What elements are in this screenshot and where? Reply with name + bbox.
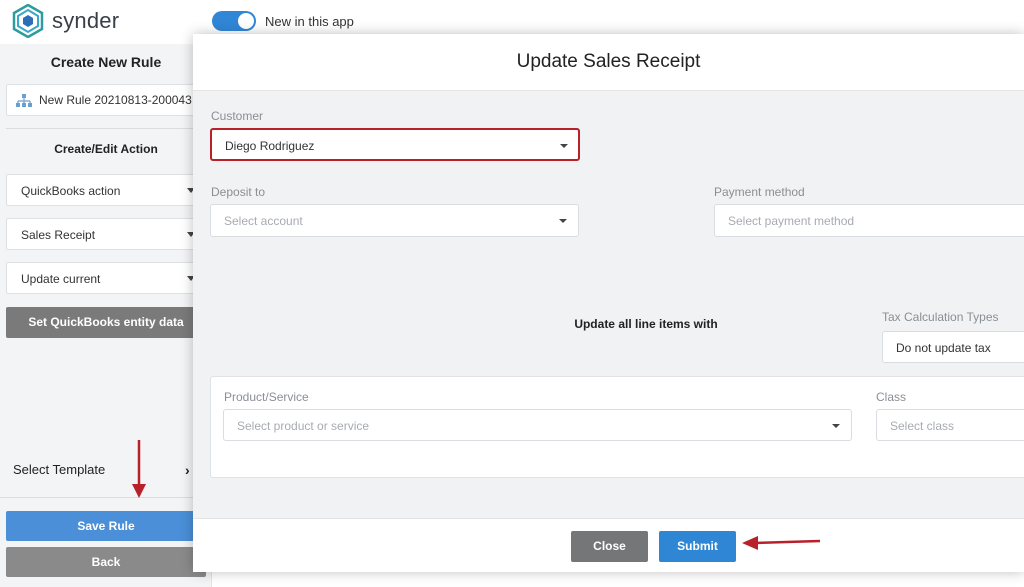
modal-title: Update Sales Receipt [516,51,701,72]
customer-label: Customer [211,109,264,123]
tax-calc-label: Tax Calculation Types [882,310,999,324]
action-section-title: Create/Edit Action [54,142,158,156]
rule-name-field[interactable]: New Rule 20210813-200043 [6,84,206,116]
sidebar-divider [0,497,212,498]
payment-method-placeholder: Select payment method [728,214,855,228]
product-label: Product/Service [224,390,309,404]
set-entity-data-button[interactable]: Set QuickBooks entity data [6,307,206,338]
payment-method-label: Payment method [714,185,805,199]
update-sales-receipt-modal: Update Sales Receipt Customer Diego Rodr… [193,34,1024,572]
rule-name-text: New Rule 20210813-200043 [39,93,192,107]
class-label: Class [876,390,907,404]
payment-method-select[interactable]: Select payment method [714,204,1024,237]
deposit-to-placeholder: Select account [224,214,303,228]
customer-value: Diego Rodriguez [225,139,315,153]
select-value: Update current [21,272,101,286]
chevron-right-icon: › [185,462,190,478]
select-template-label: Select Template [13,462,106,477]
entity-type-select[interactable]: Sales Receipt [6,218,206,250]
back-button[interactable]: Back [6,547,206,577]
rule-sidebar: Create New Rule New Rule 20210813-200043… [0,44,212,587]
caret-down-icon [560,144,568,148]
hierarchy-icon [16,94,32,107]
save-rule-button[interactable]: Save Rule [6,511,206,541]
class-placeholder: Select class [890,419,955,433]
quickbooks-action-select[interactable]: QuickBooks action [6,174,206,206]
toggle-knob [238,13,254,29]
caret-down-icon [559,219,567,223]
tax-calc-value: Do not update tax [896,341,991,355]
sidebar-title: Create New Rule [50,54,162,70]
select-value: Sales Receipt [21,228,96,242]
select-template-item[interactable]: Select Template › [0,454,212,494]
deposit-to-label: Deposit to [211,185,266,199]
close-button[interactable]: Close [571,531,648,562]
caret-down-icon [832,424,840,428]
submit-button[interactable]: Submit [659,531,736,562]
customer-select[interactable]: Diego Rodriguez [210,128,580,161]
action-mode-select[interactable]: Update current [6,262,206,294]
new-in-app-label: New in this app [265,14,354,29]
class-select[interactable]: Select class [876,409,1024,441]
modal-body: Customer Diego Rodriguez Deposit to Sele… [193,90,1024,518]
product-select[interactable]: Select product or service [223,409,852,441]
synder-logo-icon [12,4,44,38]
product-placeholder: Select product or service [237,419,370,433]
modal-footer: Close Submit [193,518,1024,572]
deposit-to-select[interactable]: Select account [210,204,579,237]
brand-name: synder [52,8,120,33]
sidebar-divider [6,128,206,129]
select-value: QuickBooks action [21,184,121,198]
line-items-box: Product/Service Select product or servic… [210,376,1024,478]
tax-calc-select[interactable]: Do not update tax [882,331,1024,363]
new-in-app-toggle[interactable] [212,11,256,31]
